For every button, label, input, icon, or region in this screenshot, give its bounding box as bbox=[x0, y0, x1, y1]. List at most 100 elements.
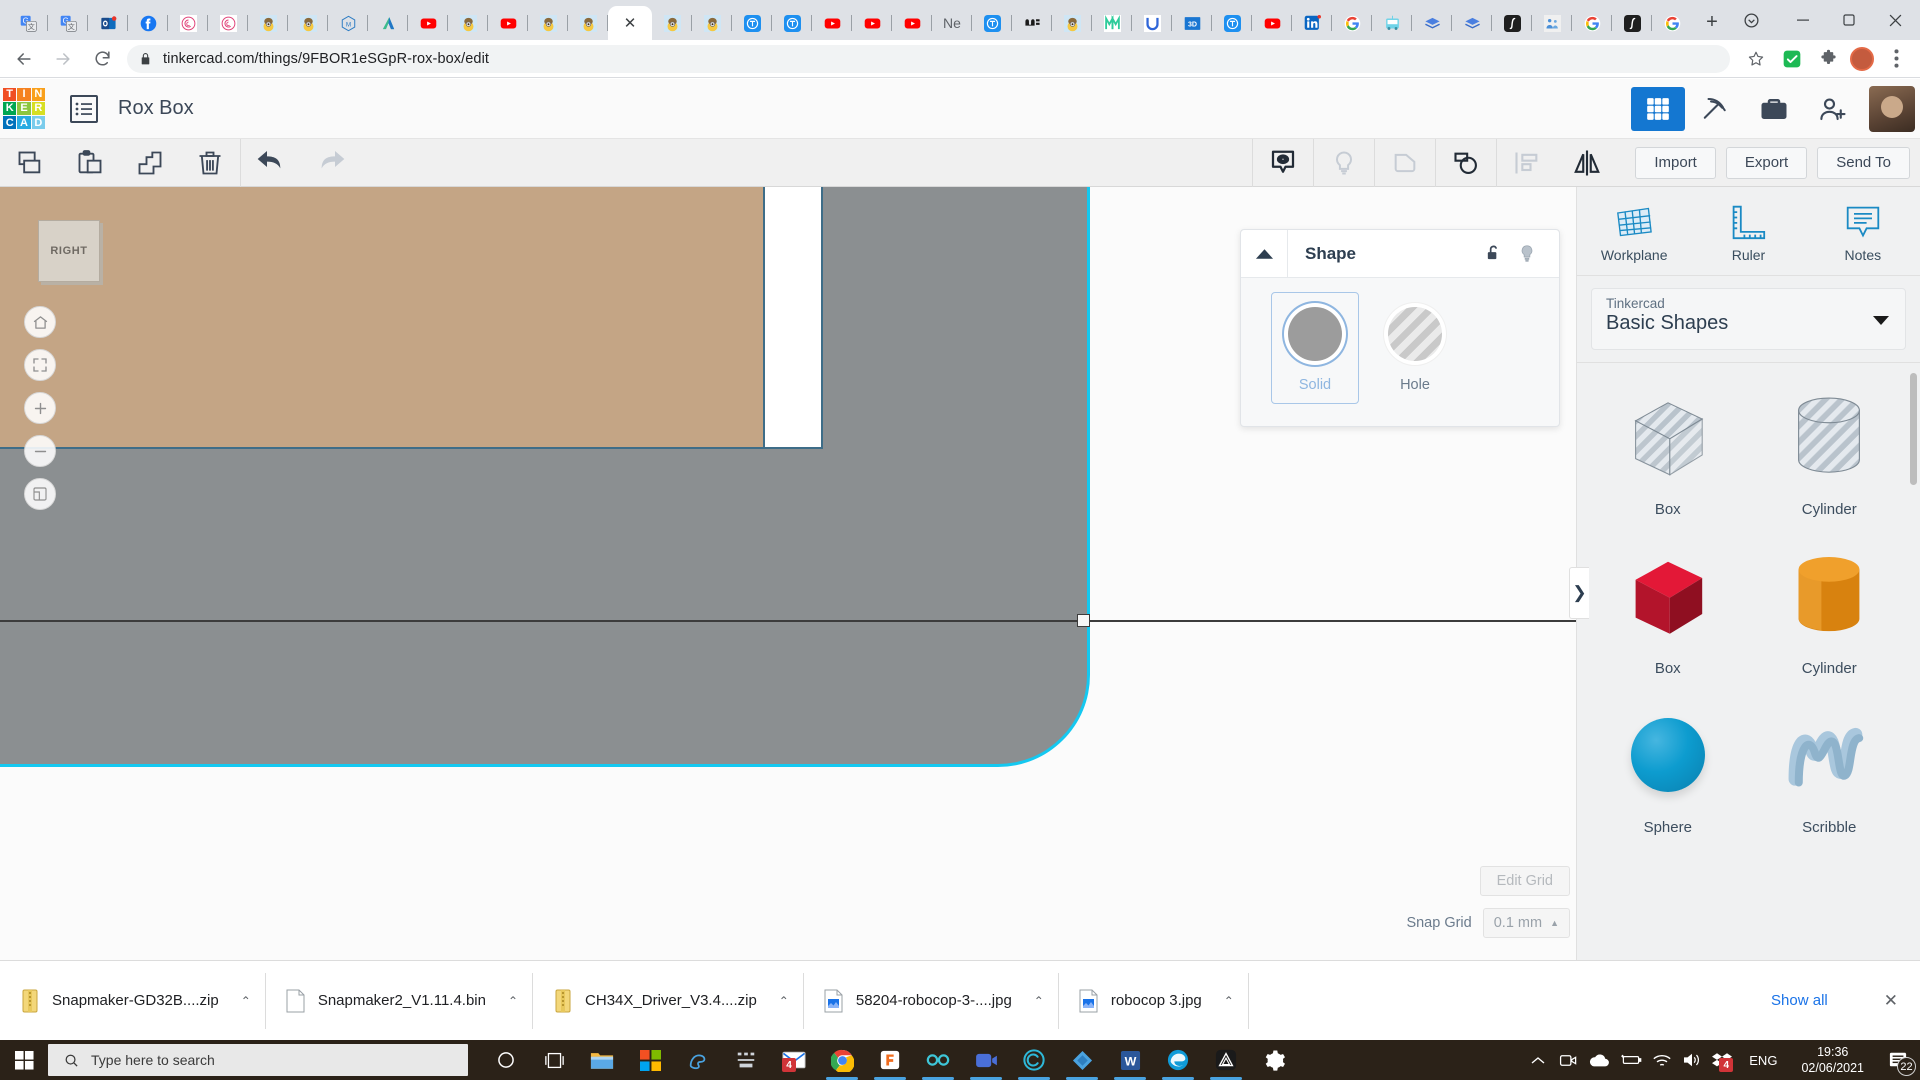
close-window-button[interactable] bbox=[1872, 3, 1918, 37]
taskbar-app-autodesk-app[interactable] bbox=[1202, 1040, 1250, 1080]
ruler-axis-line[interactable] bbox=[0, 620, 1576, 622]
chrome-menu-icon[interactable] bbox=[1881, 44, 1911, 74]
tray-expand-icon[interactable] bbox=[1523, 1040, 1553, 1080]
taskbar-app-infinity-app[interactable] bbox=[914, 1040, 962, 1080]
close-download-bar-button[interactable]: ✕ bbox=[1884, 991, 1898, 1011]
tinkercad-logo[interactable]: TINKERCAD bbox=[3, 87, 45, 130]
tab-search-icon[interactable] bbox=[1736, 5, 1766, 35]
browser-tab[interactable] bbox=[1012, 6, 1052, 40]
download-item[interactable]: 58204-robocop-3-....jpg ⌃ bbox=[804, 972, 1059, 1029]
taskbar-app-mail[interactable]: 4 bbox=[770, 1040, 818, 1080]
user-plus-icon[interactable] bbox=[1805, 87, 1859, 131]
fit-frame-icon[interactable] bbox=[24, 349, 56, 381]
mirror-icon[interactable] bbox=[1557, 139, 1617, 187]
reload-arrow-icon[interactable] bbox=[87, 44, 117, 74]
taskbar-app-diamond-app[interactable] bbox=[1058, 1040, 1106, 1080]
shape-library-select[interactable]: Tinkercad Basic Shapes bbox=[1591, 288, 1906, 350]
download-item[interactable]: Snapmaker-GD32B....zip ⌃ bbox=[0, 972, 266, 1029]
minimize-button[interactable] bbox=[1780, 3, 1826, 37]
sidebar-scrollbar[interactable] bbox=[1910, 373, 1917, 485]
browser-tab[interactable] bbox=[692, 6, 732, 40]
sidebar-item-workplane[interactable]: Workplane bbox=[1577, 191, 1691, 275]
back-arrow-icon[interactable] bbox=[9, 44, 39, 74]
minus-icon[interactable] bbox=[24, 435, 56, 467]
browser-tab[interactable] bbox=[852, 6, 892, 40]
download-item-menu-icon[interactable]: ⌃ bbox=[1224, 994, 1234, 1008]
download-item[interactable]: Snapmaker2_V1.11.4.bin ⌃ bbox=[266, 972, 534, 1029]
browser-tab[interactable] bbox=[1652, 6, 1692, 40]
unlock-icon[interactable] bbox=[1476, 244, 1510, 263]
model-part-tan[interactable] bbox=[0, 187, 765, 449]
browser-tab[interactable]: Ne bbox=[932, 6, 972, 40]
browser-tab[interactable] bbox=[568, 6, 608, 40]
taskbar-app-video-app[interactable] bbox=[962, 1040, 1010, 1080]
copy-icon[interactable] bbox=[0, 139, 60, 187]
page-title[interactable]: Rox Box bbox=[118, 97, 194, 120]
lightbulb-icon[interactable] bbox=[1510, 244, 1544, 264]
send-to-button[interactable]: Send To bbox=[1817, 146, 1910, 179]
browser-tab[interactable] bbox=[772, 6, 812, 40]
battery-icon[interactable] bbox=[1615, 1040, 1647, 1080]
shape-library-item[interactable]: Box bbox=[1587, 540, 1749, 677]
browser-tab[interactable] bbox=[1292, 6, 1332, 40]
shape-library-item[interactable]: Sphere bbox=[1587, 699, 1749, 836]
import-button[interactable]: Import bbox=[1635, 146, 1716, 179]
trash-icon[interactable] bbox=[180, 139, 240, 187]
triangle-up-icon[interactable] bbox=[1241, 229, 1288, 278]
browser-tab[interactable] bbox=[248, 6, 288, 40]
browser-tab[interactable] bbox=[368, 6, 408, 40]
new-tab-button[interactable]: + bbox=[1698, 8, 1726, 36]
browser-tab[interactable] bbox=[288, 6, 328, 40]
browser-tab[interactable] bbox=[1252, 6, 1292, 40]
shape-library-item[interactable]: Cylinder bbox=[1749, 381, 1911, 518]
download-item-menu-icon[interactable]: ⌃ bbox=[1034, 994, 1044, 1008]
download-item-menu-icon[interactable]: ⌃ bbox=[241, 994, 251, 1008]
browser-tab[interactable] bbox=[448, 6, 488, 40]
ruler-handle[interactable] bbox=[1077, 614, 1090, 627]
shape-library-item[interactable]: Box bbox=[1587, 381, 1749, 518]
browser-tab[interactable] bbox=[812, 6, 852, 40]
browser-tab[interactable] bbox=[972, 6, 1012, 40]
taskbar-app-edge[interactable] bbox=[1154, 1040, 1202, 1080]
sidebar-item-ruler[interactable]: Ruler bbox=[1691, 191, 1805, 275]
shape-library-item[interactable]: Cylinder bbox=[1749, 540, 1911, 677]
browser-tab[interactable] bbox=[1612, 6, 1652, 40]
taskbar-app-paint-3d[interactable] bbox=[674, 1040, 722, 1080]
meet-camera-icon[interactable] bbox=[1553, 1040, 1583, 1080]
browser-tab[interactable] bbox=[732, 6, 772, 40]
download-item-menu-icon[interactable]: ⌃ bbox=[508, 994, 518, 1008]
browser-tab[interactable] bbox=[208, 6, 248, 40]
browser-tab[interactable] bbox=[1412, 6, 1452, 40]
download-item[interactable]: robocop 3.jpg ⌃ bbox=[1059, 972, 1249, 1029]
taskbar-app-code-app[interactable] bbox=[1010, 1040, 1058, 1080]
shape-option-solid[interactable]: Solid bbox=[1271, 292, 1359, 404]
taskbar-app-settings[interactable] bbox=[1250, 1040, 1298, 1080]
address-bar[interactable]: tinkercad.com/things/9FBOR1eSGpR-rox-box… bbox=[127, 44, 1730, 73]
browser-tab[interactable] bbox=[652, 6, 692, 40]
browser-tab[interactable] bbox=[128, 6, 168, 40]
taskbar-app-word[interactable]: W bbox=[1106, 1040, 1154, 1080]
onedrive-cloud-icon[interactable] bbox=[1583, 1040, 1615, 1080]
download-item-menu-icon[interactable]: ⌃ bbox=[779, 994, 789, 1008]
browser-tab[interactable] bbox=[1572, 6, 1612, 40]
browser-tab[interactable] bbox=[88, 6, 128, 40]
plus-icon[interactable] bbox=[24, 392, 56, 424]
taskbar-app-task-view[interactable] bbox=[530, 1040, 578, 1080]
model-part-white[interactable] bbox=[765, 187, 823, 449]
taskbar-search-input[interactable]: Type here to search bbox=[48, 1044, 468, 1076]
browser-tab[interactable] bbox=[1332, 6, 1372, 40]
undo-arrow-icon[interactable] bbox=[241, 139, 301, 187]
browser-tab[interactable] bbox=[1452, 6, 1492, 40]
browser-tab[interactable] bbox=[488, 6, 528, 40]
browser-tab[interactable]: G文 bbox=[48, 6, 88, 40]
wifi-icon[interactable] bbox=[1647, 1040, 1677, 1080]
browser-tab[interactable] bbox=[1092, 6, 1132, 40]
view-cube[interactable]: RIGHT bbox=[38, 220, 100, 282]
home-icon[interactable] bbox=[24, 306, 56, 338]
briefcase-icon[interactable] bbox=[1747, 87, 1801, 131]
browser-tab[interactable] bbox=[1132, 6, 1172, 40]
show-all-downloads-button[interactable]: Show all bbox=[1771, 992, 1828, 1009]
taskbar-app-pixel-app[interactable] bbox=[722, 1040, 770, 1080]
list-menu-icon[interactable] bbox=[70, 94, 98, 123]
shape-library-item[interactable]: Scribble bbox=[1749, 699, 1911, 836]
